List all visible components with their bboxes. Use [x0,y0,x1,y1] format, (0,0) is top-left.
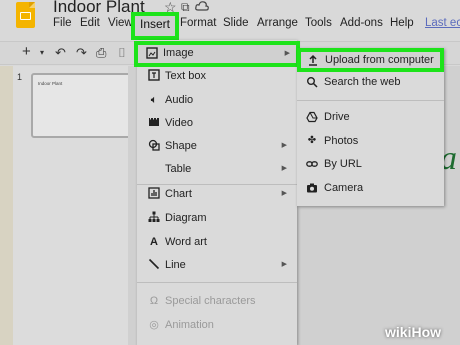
chart-icon [147,187,161,201]
insert-audio-item[interactable]: 🔈︎ Audio [137,90,297,112]
slides-logo-icon[interactable] [16,2,35,28]
menu-addons[interactable]: Add-ons [340,17,383,29]
menu-format[interactable]: Format [180,17,216,29]
redo-icon[interactable]: ↷ [76,45,87,61]
camera-label: Camera [324,182,364,194]
search-the-web-label: Search the web [324,76,401,88]
insert-word-art-label: Word art [165,236,207,248]
shape-icon [147,139,161,153]
insert-menu: Image ▶ Text box 🔈︎ Audio Video Shape ▶ [134,40,300,345]
undo-icon[interactable]: ↶ [55,45,66,61]
photos-item[interactable]: ✤ Photos [297,131,444,153]
insert-text-box-label: Text box [165,70,206,82]
by-url-item[interactable]: By URL [297,154,444,176]
insert-video-label: Video [165,117,193,129]
diagram-icon [147,211,161,225]
slide-thumbnail-title: Indoor Plant [38,81,63,86]
submenu-arrow-icon: ▶ [284,50,290,57]
last-edit-link[interactable]: Last ec [425,17,460,29]
drive-label: Drive [324,111,350,123]
insert-video-item[interactable]: Video [137,113,297,135]
wikihow-watermark: wikiHow [385,324,441,340]
insert-word-art-item[interactable]: A Word art [137,232,297,254]
camera-item[interactable]: Camera [297,178,444,200]
watermark-wiki: wiki [385,324,412,340]
add-icon[interactable]: + [22,43,31,60]
menu-divider [137,282,297,283]
omega-icon: Ω [149,295,159,307]
by-url-label: By URL [324,158,362,170]
insert-animation-label: Animation [165,319,214,331]
insert-line-item[interactable]: Line ▶ [137,255,297,277]
insert-table-item[interactable]: Table ▶ [137,159,297,181]
menu-divider [297,100,444,101]
insert-text-box-item[interactable]: Text box [137,66,297,88]
side-strip [0,66,13,345]
insert-audio-label: Audio [165,94,194,106]
insert-table-label: Table [165,163,192,175]
search-the-web-item[interactable]: Search the web [297,72,444,94]
insert-shape-item[interactable]: Shape ▶ [137,136,297,158]
menu-insert-label: Insert [140,17,171,31]
image-icon [145,47,159,61]
insert-special-characters-item[interactable]: Ω Special characters [137,291,297,313]
slide-thumbnail[interactable]: Indoor Plant [31,73,132,138]
audio-icon: 🔈︎ [150,94,158,106]
menu-slide[interactable]: Slide [223,17,249,29]
search-icon [306,76,318,88]
insert-image-item[interactable]: Image ▶ [134,41,300,67]
submenu-arrow-icon: ▶ [281,142,287,149]
animation-icon: ◎ [149,319,159,331]
move-to-folder-icon[interactable]: ⧉ [181,0,190,15]
menu-edit[interactable]: Edit [80,17,100,29]
insert-chart-label: Chart [165,188,192,200]
insert-animation-item[interactable]: ◎ Animation [137,315,297,337]
photos-label: Photos [324,135,359,147]
image-submenu: Upload from computer Search the web Driv… [297,48,444,206]
video-icon [147,116,161,130]
insert-diagram-item[interactable]: Diagram [137,208,297,230]
submenu-arrow-icon: ▶ [281,190,287,197]
insert-image-label: Image [163,47,194,59]
menu-arrange[interactable]: Arrange [257,17,298,29]
watermark-how: How [411,324,442,340]
insert-special-characters-label: Special characters [165,295,256,307]
insert-shape-label: Shape [165,140,197,152]
camera-icon [306,182,318,194]
cloud-saved-icon[interactable] [195,1,209,11]
upload-icon [307,54,319,66]
drive-item[interactable]: Drive [297,107,444,129]
menu-help[interactable]: Help [390,17,414,29]
menu-view[interactable]: View [108,17,133,29]
insert-diagram-label: Diagram [165,212,207,224]
insert-chart-item[interactable]: Chart ▶ [137,184,297,206]
slide-number: 1 [17,72,23,82]
submenu-arrow-icon: ▶ [281,165,287,172]
paint-format-icon[interactable]: ⌷ [118,45,126,61]
menu-tools[interactable]: Tools [305,17,332,29]
drive-icon [306,111,318,123]
google-slides-window: Indoor Plant ☆ ⧉ File Edit View Format S… [0,0,460,345]
upload-from-computer-item[interactable]: Upload from computer [297,48,444,72]
link-icon [306,158,318,170]
photos-icon: ✤ [307,135,317,146]
text-box-icon [147,69,161,83]
print-icon[interactable]: ⎙ [96,45,106,61]
menu-file[interactable]: File [53,17,72,29]
menu-insert[interactable]: Insert [131,12,179,40]
dropdown-icon[interactable]: ▾ [40,48,44,57]
submenu-arrow-icon: ▶ [281,261,287,268]
line-icon [147,258,161,272]
word-art-icon: A [150,236,158,248]
upload-from-computer-label: Upload from computer [325,54,434,66]
insert-line-label: Line [165,259,186,271]
